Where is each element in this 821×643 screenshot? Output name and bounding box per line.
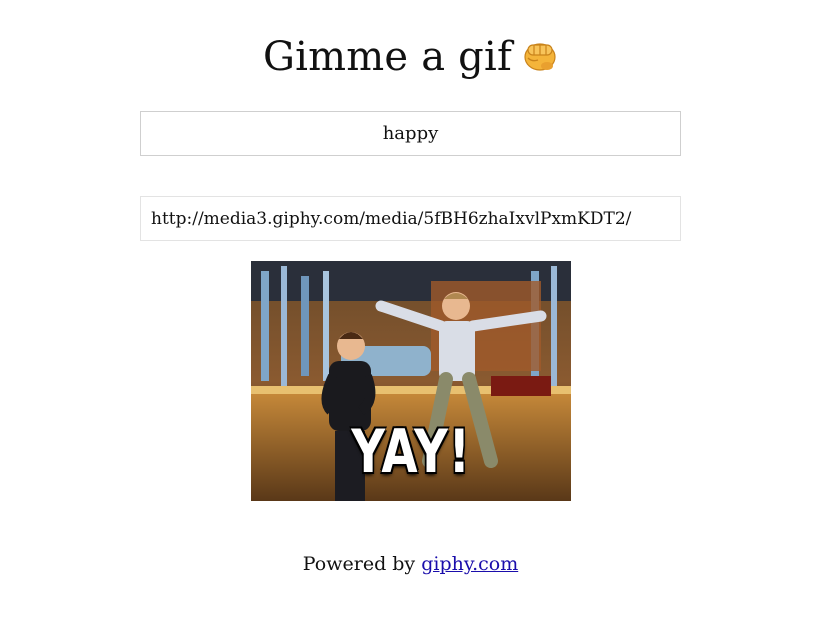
page-title-text: Gimme a gif bbox=[263, 34, 512, 80]
page-title: Gimme a gif bbox=[0, 33, 821, 81]
fist-bump-icon bbox=[520, 36, 558, 74]
giphy-link[interactable]: giphy.com bbox=[421, 553, 518, 575]
gif-image: YAY! bbox=[251, 261, 571, 501]
gif-caption: YAY! bbox=[351, 417, 471, 487]
gif-url-field[interactable] bbox=[140, 196, 681, 241]
search-input[interactable] bbox=[140, 111, 681, 156]
footer: Powered by giphy.com bbox=[0, 551, 821, 577]
footer-prefix: Powered by bbox=[302, 553, 416, 575]
